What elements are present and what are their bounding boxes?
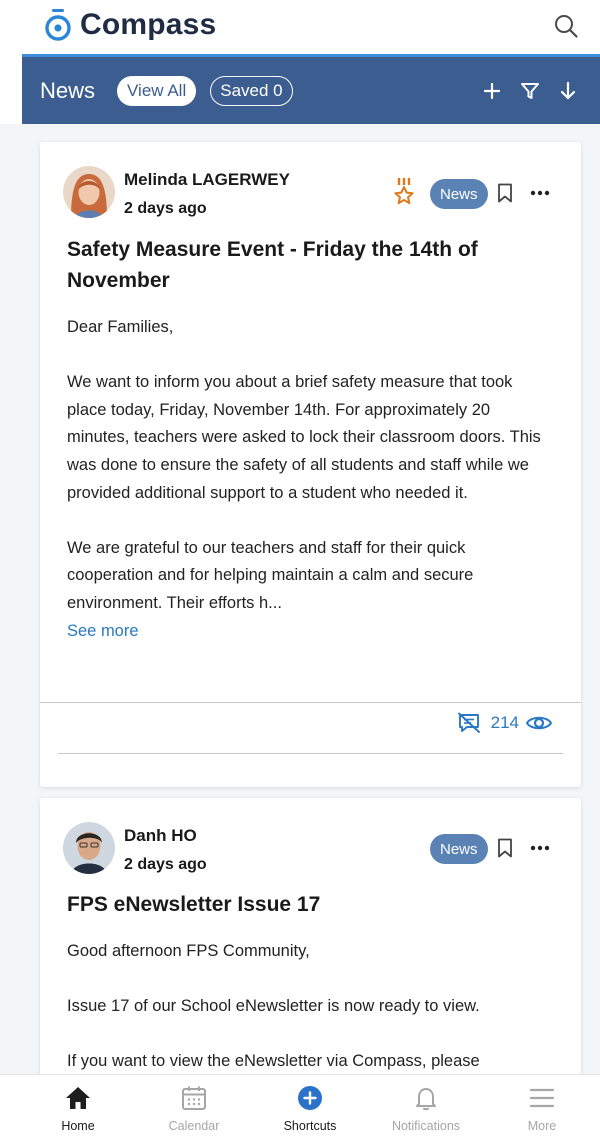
- avatar[interactable]: [63, 166, 115, 218]
- nav-label: Calendar: [168, 1119, 220, 1133]
- post-time: 2 days ago: [124, 856, 207, 873]
- nav-label: More: [527, 1119, 557, 1133]
- more-dots-icon: [530, 845, 550, 851]
- compass-logo-icon: [44, 8, 72, 42]
- nav-label: Notifications: [391, 1119, 461, 1133]
- post-paragraph: If you want to view the eNewsletter via …: [67, 1052, 480, 1071]
- eye-icon: [525, 716, 553, 730]
- calendar-icon: [182, 1086, 206, 1110]
- post-author[interactable]: Melinda LAGERWEY: [124, 170, 290, 190]
- post-title-line: November: [67, 269, 170, 292]
- filter-icon: [521, 82, 539, 99]
- search-icon: [555, 15, 578, 38]
- news-title: News: [40, 77, 96, 103]
- nav-notifications[interactable]: Notifications: [368, 1075, 484, 1136]
- search-button[interactable]: [550, 10, 582, 42]
- post-title[interactable]: Safety Measure Event - Friday the 14th o…: [67, 234, 554, 296]
- news-tag[interactable]: News: [430, 179, 488, 209]
- bookmark-icon: [498, 838, 512, 858]
- post-time: 2 days ago: [124, 200, 207, 217]
- menu-icon: [529, 1088, 555, 1108]
- post-stats: 214: [457, 712, 553, 734]
- filter-button[interactable]: [516, 77, 544, 105]
- compass-app: Compass News View All Saved 0 Melinda LA…: [0, 0, 600, 1136]
- card-divider: [40, 702, 581, 703]
- news-feed[interactable]: Melinda LAGERWEY 2 days ago News Safety …: [0, 124, 600, 1074]
- medal-icon: [392, 177, 416, 207]
- news-card[interactable]: Danh HO 2 days ago News FPS eNewsletter …: [40, 798, 581, 1074]
- post-title[interactable]: FPS eNewsletter Issue 17: [67, 889, 554, 920]
- logo-text: Compass: [80, 8, 217, 41]
- add-news-button[interactable]: [478, 77, 506, 105]
- nav-more[interactable]: More: [484, 1075, 600, 1136]
- post-paragraph: Issue 17 of our School eNewsletter is no…: [67, 997, 480, 1016]
- post-body: Good afternoon FPS Community, Issue 17 o…: [67, 938, 555, 1074]
- bottom-navigation: Home Calendar Shortcuts Notifications Mo…: [0, 1074, 600, 1136]
- post-paragraph: We are grateful to our teachers and staf…: [67, 538, 474, 612]
- more-options-button[interactable]: [529, 182, 551, 204]
- shortcuts-plus-icon: [298, 1086, 322, 1110]
- saved-button[interactable]: Saved 0: [210, 75, 293, 106]
- view-count: 214: [490, 713, 519, 732]
- news-toolbar-actions: [468, 57, 582, 124]
- compass-logo[interactable]: Compass: [44, 8, 216, 42]
- card-divider: [58, 753, 563, 754]
- post-author[interactable]: Danh HO: [124, 826, 197, 846]
- bookmark-button[interactable]: [497, 183, 515, 205]
- post-title-line: Safety Measure Event - Friday the 14th o…: [67, 238, 478, 261]
- more-dots-icon: [530, 190, 550, 196]
- post-paragraph: Good afternoon FPS Community,: [67, 942, 310, 960]
- post-paragraph: Dear Families,: [67, 318, 174, 336]
- bookmark-button[interactable]: [497, 838, 515, 860]
- bell-icon: [416, 1088, 436, 1111]
- see-more-link[interactable]: See more: [67, 618, 555, 646]
- news-toolbar: News View All Saved 0: [22, 57, 600, 124]
- nav-label: Shortcuts: [283, 1119, 337, 1133]
- post-paragraph: We want to inform you about a brief safe…: [67, 373, 541, 502]
- top-bar: Compass: [0, 0, 600, 54]
- nav-shortcuts[interactable]: Shortcuts: [252, 1075, 368, 1136]
- bookmark-icon: [498, 183, 512, 203]
- avatar[interactable]: [63, 822, 115, 874]
- more-options-button[interactable]: [529, 837, 551, 859]
- sort-down-icon: [560, 81, 576, 99]
- plus-icon: [483, 82, 501, 99]
- news-card[interactable]: Melinda LAGERWEY 2 days ago News Safety …: [40, 142, 581, 787]
- post-body: Dear Families, We want to inform you abo…: [67, 314, 555, 645]
- sort-button[interactable]: [554, 77, 582, 105]
- home-icon: [66, 1087, 90, 1109]
- nav-label: Home: [61, 1119, 95, 1133]
- news-tag[interactable]: News: [430, 834, 488, 864]
- nav-home[interactable]: Home: [0, 1075, 136, 1136]
- nav-calendar[interactable]: Calendar: [136, 1075, 252, 1136]
- comments-disabled-icon: [457, 712, 480, 733]
- view-all-button[interactable]: View All: [117, 75, 197, 106]
